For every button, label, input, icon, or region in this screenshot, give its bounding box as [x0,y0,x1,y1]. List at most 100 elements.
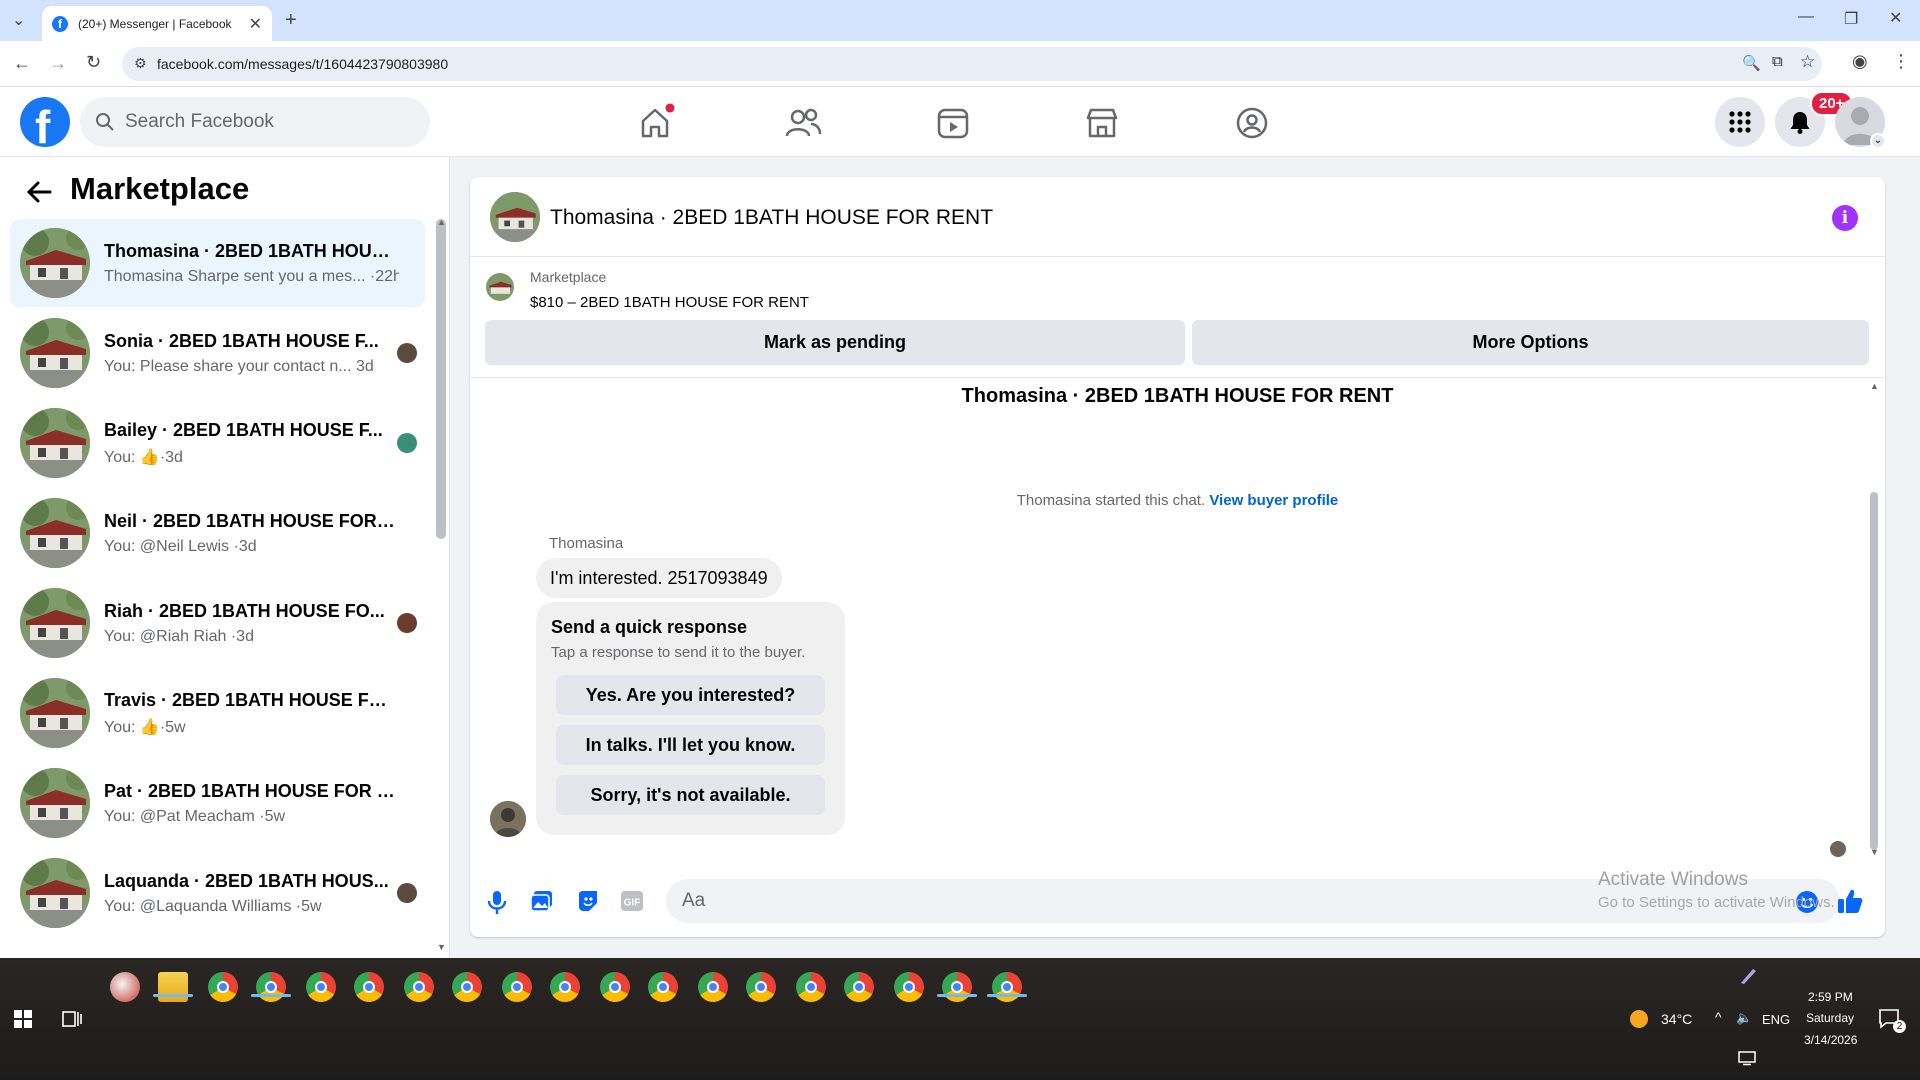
sidebar-scrollbar[interactable] [436,219,446,539]
conversation-text: Thomasina · 2BED 1BATH HOUSE... Thomasina… [104,241,399,286]
tab-close-icon[interactable]: ✕ [249,14,262,34]
mark-pending-button[interactable]: Mark as pending [485,320,1185,365]
microphone-icon[interactable] [487,889,507,915]
windows-start-icon[interactable] [14,1010,32,1028]
profile-icon[interactable]: ◉ [1852,51,1868,72]
conversation-item[interactable]: Travis · 2BED 1BATH HOUSE FOR ... You: 👍·… [10,669,425,757]
paint-app-icon[interactable] [110,972,140,1002]
clock-time[interactable]: 2:59 PM [1808,990,1853,1004]
chat-avatar[interactable] [490,192,540,242]
friends-nav-icon[interactable] [783,103,823,143]
house-thumbnail-icon [20,768,90,838]
chrome-profile-icon[interactable] [992,972,1022,1002]
clock-day[interactable]: Saturday [1806,1011,1854,1025]
task-view-icon[interactable] [62,1010,82,1028]
message-bubble[interactable]: I'm interested. 2517093849 [536,558,782,598]
back-arrow-icon[interactable] [26,181,52,203]
browser-tab-messenger[interactable]: f (20+) Messenger | Facebook ✕ [42,6,272,41]
language-text[interactable]: ENG [1762,1012,1790,1027]
account-chevron-icon[interactable]: ⌄ [1870,133,1886,149]
view-buyer-profile-link[interactable]: View buyer profile [1209,492,1338,509]
thumbs-up-icon[interactable] [1836,887,1864,915]
conversation-item[interactable]: Pat · 2BED 1BATH HOUSE FOR RE... You: @Pa… [10,759,425,847]
close-window-icon[interactable]: ✕ [1889,8,1902,28]
menu-grid-button[interactable] [1715,97,1765,147]
chrome-profile-icon[interactable] [354,972,384,1002]
read-receipt-avatar [1830,841,1846,857]
chat-scroll-down-icon[interactable]: ▼ [1870,847,1879,857]
gif-icon[interactable]: GIF [620,890,644,912]
cast-icon[interactable]: ⧉ [1772,53,1783,70]
chrome-profile-icon[interactable] [844,972,874,1002]
marketplace-nav-icon[interactable] [1082,103,1122,143]
chrome-center-icon [853,981,865,993]
video-nav-icon[interactable] [933,103,973,143]
tab-search-chevron-icon[interactable]: ⌄ [12,10,25,30]
chrome-profile-icon[interactable] [894,972,924,1002]
weather-sun-icon[interactable] [1630,1010,1648,1028]
conversation-item[interactable]: Laquanda · 2BED 1BATH HOUS... You: @Laqua… [10,849,425,937]
home-nav-icon[interactable] [635,103,675,143]
chat-info-icon[interactable]: i [1832,205,1858,231]
browser-menu-icon[interactable]: ⋮ [1892,51,1910,72]
bookmark-star-icon[interactable]: ☆ [1800,52,1815,72]
quick-reply-in-talks-button[interactable]: In talks. I'll let you know. [556,725,825,765]
quick-reply-not-available-button[interactable]: Sorry, it's not available. [556,775,825,815]
chrome-profile-icon[interactable] [452,972,482,1002]
more-options-button[interactable]: More Options [1192,320,1869,365]
chrome-profile-icon[interactable] [208,972,238,1002]
scroll-up-icon[interactable]: ▲ [437,217,446,227]
chrome-profile-icon[interactable] [746,972,776,1002]
divider [470,377,1885,378]
conversation-item[interactable]: Riah · 2BED 1BATH HOUSE FO... You: @Riah … [10,579,425,667]
conversation-name: Pat · 2BED 1BATH HOUSE FOR RE... [104,780,399,801]
system-note: Thomasina started this chat. View buyer … [470,492,1885,509]
new-tab-plus-icon[interactable]: + [285,9,297,32]
chrome-profile-icon[interactable] [600,972,630,1002]
listing-thumbnail[interactable] [486,273,514,301]
conversation-item[interactable]: Sonia · 2BED 1BATH HOUSE F... You: Please… [10,309,425,397]
chat-scroll-up-icon[interactable]: ▲ [1870,381,1879,391]
chrome-app-icon[interactable] [256,972,286,1002]
chrome-profile-icon[interactable] [942,972,972,1002]
chrome-profile-icon[interactable] [698,972,728,1002]
conversation-item[interactable]: Neil · 2BED 1BATH HOUSE FOR R... You: @Ne… [10,489,425,577]
chrome-profile-icon[interactable] [502,972,532,1002]
chrome-profile-icon[interactable] [648,972,678,1002]
scroll-down-icon[interactable]: ▼ [437,942,446,952]
address-bar[interactable]: ⚙ facebook.com/messages/t/16044237908039… [122,47,1822,81]
chrome-profile-icon[interactable] [796,972,826,1002]
chat-scrollbar[interactable] [1870,492,1878,850]
tray-chevron-icon[interactable]: ^ [1715,1009,1722,1025]
zoom-icon[interactable]: 🔍 [1742,54,1761,72]
volume-icon[interactable]: 🔈 [1736,1010,1752,1026]
chrome-profile-icon[interactable] [404,972,434,1002]
browser-tab-strip: ⌄ f (20+) Messenger | Facebook ✕ + — ❐ ✕ [0,0,1920,41]
site-info-icon[interactable]: ⚙ [134,55,147,72]
temperature-text[interactable]: 34°C [1661,1011,1692,1027]
listing-title[interactable]: $810 – 2BED 1BATH HOUSE FOR RENT [530,294,809,311]
back-arrow-icon[interactable]: ← [13,53,31,74]
forward-arrow-icon[interactable]: → [49,53,67,74]
facebook-logo-icon[interactable]: f [20,97,70,153]
conversation-text: Riah · 2BED 1BATH HOUSE FO... You: @Riah … [104,601,399,646]
groups-nav-icon[interactable] [1232,103,1272,143]
file-explorer-icon[interactable] [158,972,188,1002]
chrome-profile-icon[interactable] [550,972,580,1002]
network-icon[interactable] [1737,1050,1757,1066]
conversation-item[interactable]: Bailey · 2BED 1BATH HOUSE F... You: 👍·3d [10,399,425,487]
sticker-icon[interactable] [576,889,600,913]
clock-date[interactable]: 3/14/2026 [1804,1033,1857,1047]
pen-icon[interactable] [1738,966,1758,986]
sender-avatar[interactable] [490,801,526,837]
notification-count: 2 [1893,1020,1906,1033]
quick-reply-yes-button[interactable]: Yes. Are you interested? [556,675,825,715]
house-thumbnail-icon [20,588,90,658]
search-bar[interactable]: Search Facebook [80,97,430,147]
minimize-window-icon[interactable]: — [1798,8,1814,26]
restore-window-icon[interactable]: ❐ [1844,9,1858,29]
conversation-item[interactable]: Thomasina · 2BED 1BATH HOUSE... Thomasina… [10,219,425,307]
reload-icon[interactable]: ↻ [86,52,101,73]
chrome-profile-icon[interactable] [306,972,336,1002]
photo-attach-icon[interactable] [530,889,554,913]
